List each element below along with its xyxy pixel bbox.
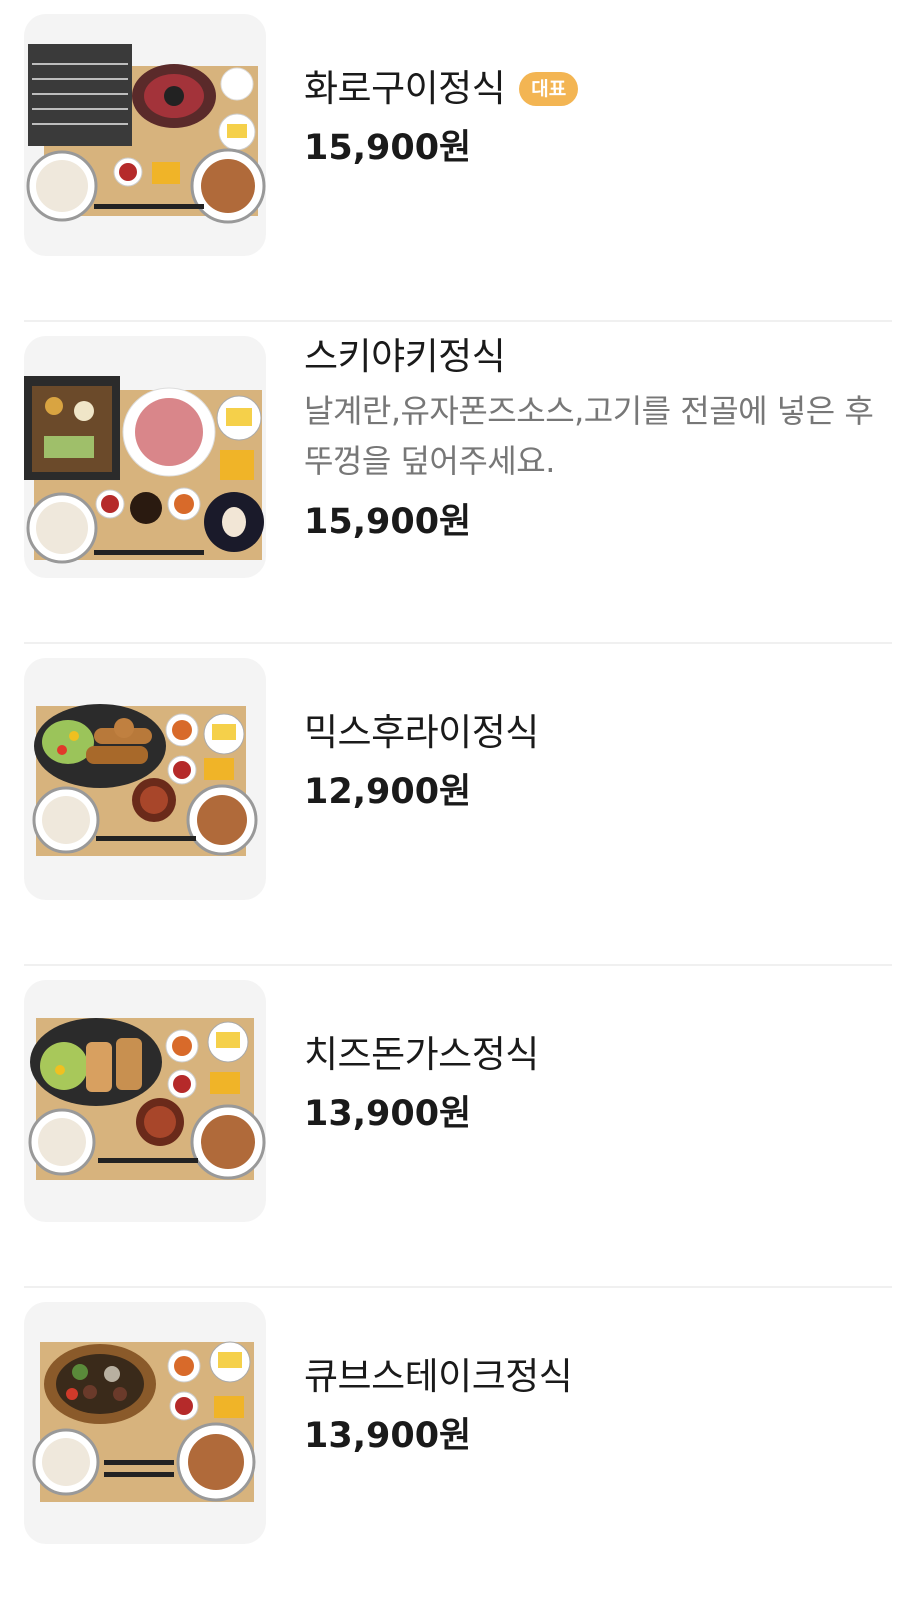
menu-list: 화로구이정식 대표 15,900원 스키야키정식 날계란,유자폰즈소스,고기를 … xyxy=(0,0,900,1610)
name-row: 스키야키정식 xyxy=(304,334,882,380)
menu-item-sukiyaki-set[interactable]: 스키야키정식 날계란,유자폰즈소스,고기를 전골에 넣은 후 뚜껑을 덮어주세요… xyxy=(24,322,892,644)
menu-item-info: 믹스후라이정식 12,900원 xyxy=(304,710,882,814)
menu-item-mix-fry-set[interactable]: 믹스후라이정식 12,900원 xyxy=(24,644,892,966)
food-photo-sukiyaki-set xyxy=(24,336,266,578)
menu-price: 13,900원 xyxy=(304,1094,472,1134)
name-row: 화로구이정식 대표 xyxy=(304,66,882,112)
menu-name: 치즈돈가스정식 xyxy=(304,1033,539,1076)
menu-item-info: 스키야키정식 날계란,유자폰즈소스,고기를 전골에 넣은 후 뚜껑을 덮어주세요… xyxy=(304,334,882,544)
menu-name: 화로구이정식 xyxy=(304,67,506,110)
name-row: 믹스후라이정식 xyxy=(304,710,882,756)
food-photo-cube-steak-set xyxy=(24,1302,266,1544)
menu-item-info: 화로구이정식 대표 15,900원 xyxy=(304,66,882,170)
menu-item-info: 큐브스테이크정식 13,900원 xyxy=(304,1354,882,1458)
food-photo-mix-fry-set xyxy=(24,658,266,900)
menu-item-cube-steak-set[interactable]: 큐브스테이크정식 13,900원 xyxy=(24,1288,892,1610)
menu-name: 큐브스테이크정식 xyxy=(304,1355,573,1398)
menu-name: 믹스후라이정식 xyxy=(304,711,539,754)
name-row: 치즈돈가스정식 xyxy=(304,1032,882,1078)
menu-price: 15,900원 xyxy=(304,502,472,542)
menu-description: 날계란,유자폰즈소스,고기를 전골에 넣은 후 뚜껑을 덮어주세요. xyxy=(304,392,874,480)
menu-price: 15,900원 xyxy=(304,128,472,168)
food-photo-grill-set xyxy=(24,14,266,256)
menu-item-info: 치즈돈가스정식 13,900원 xyxy=(304,1032,882,1136)
menu-price: 13,900원 xyxy=(304,1416,472,1456)
name-row: 큐브스테이크정식 xyxy=(304,1354,882,1400)
signature-badge: 대표 xyxy=(519,72,579,106)
menu-name: 스키야키정식 xyxy=(304,335,506,378)
menu-price: 12,900원 xyxy=(304,772,472,812)
food-photo-cheese-cutlet-set xyxy=(24,980,266,1222)
menu-item-grill-set[interactable]: 화로구이정식 대표 15,900원 xyxy=(24,0,892,322)
menu-item-cheese-cutlet-set[interactable]: 치즈돈가스정식 13,900원 xyxy=(24,966,892,1288)
